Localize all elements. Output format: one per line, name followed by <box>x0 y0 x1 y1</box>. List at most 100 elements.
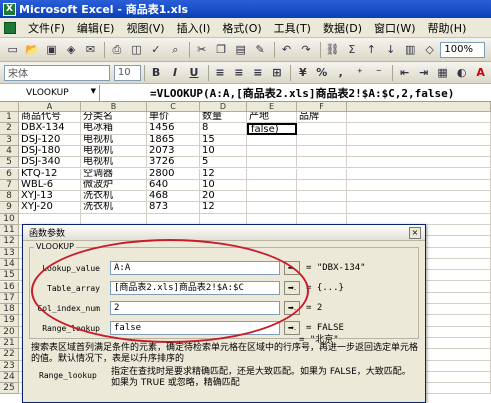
format-painter-icon[interactable]: ✎ <box>251 41 268 59</box>
cell[interactable]: 2073 <box>147 145 200 158</box>
cell[interactable]: 873 <box>147 202 200 214</box>
row-header[interactable]: 3 <box>0 134 19 146</box>
column-header-e[interactable]: E <box>247 102 297 112</box>
copy-icon[interactable]: ❐ <box>212 41 229 59</box>
cell[interactable] <box>347 168 491 180</box>
undo-icon[interactable]: ↶ <box>278 41 295 59</box>
menu-window[interactable]: 窗口(W) <box>368 20 421 36</box>
cell[interactable]: DSJ-340 <box>19 157 81 169</box>
cell[interactable] <box>297 134 347 146</box>
cell[interactable] <box>247 179 297 192</box>
cell[interactable] <box>347 123 491 135</box>
align-right-icon[interactable]: ≡ <box>249 64 266 82</box>
print-icon[interactable]: ⎙ <box>108 41 125 59</box>
cell[interactable]: 12 <box>200 202 247 214</box>
row-header[interactable]: 15 <box>0 270 19 282</box>
row-header[interactable]: 6 <box>0 168 19 180</box>
font-name-select[interactable]: 宋体 <box>4 64 110 81</box>
cell[interactable]: 3726 <box>147 157 200 169</box>
collapse-dialog-icon[interactable]: ➡. <box>284 281 300 295</box>
row-header[interactable]: 5 <box>0 157 19 169</box>
col-index-num-input[interactable]: 2 <box>110 301 280 315</box>
cell[interactable]: 分类名 <box>81 112 147 124</box>
cell[interactable]: 商品代号 <box>19 112 81 124</box>
collapse-dialog-icon[interactable]: ➡. <box>284 321 300 335</box>
row-header[interactable]: 13 <box>0 247 19 259</box>
row-header[interactable]: 10 <box>0 213 19 225</box>
cell[interactable]: 电视机 <box>81 157 147 169</box>
lookup-value-input[interactable]: A:A <box>110 261 280 275</box>
cell[interactable]: 1865 <box>147 134 200 146</box>
column-header-f[interactable]: F <box>297 102 347 112</box>
select-all-corner[interactable] <box>0 102 19 112</box>
cell[interactable] <box>297 179 347 192</box>
column-header-d[interactable]: D <box>200 102 247 112</box>
row-header[interactable]: 12 <box>0 236 19 248</box>
row-header[interactable]: 23 <box>0 360 19 372</box>
cell[interactable] <box>247 145 297 158</box>
menu-insert[interactable]: 插入(I) <box>171 20 217 36</box>
permission-icon[interactable]: ◈ <box>62 41 79 59</box>
active-cell[interactable]: false) <box>247 123 297 135</box>
row-header[interactable]: 19 <box>0 315 19 327</box>
cell[interactable] <box>297 157 347 169</box>
table-array-input[interactable]: [商品表2.xls]商品表2!$A:$C <box>110 281 280 295</box>
cut-icon[interactable]: ✂ <box>193 41 210 59</box>
zoom-select[interactable]: 100% <box>440 41 486 58</box>
font-size-select[interactable]: 10 <box>113 64 141 81</box>
cell[interactable]: 10 <box>200 145 247 158</box>
workbook-icon[interactable] <box>4 21 16 34</box>
close-icon[interactable]: × <box>409 227 421 239</box>
row-header[interactable]: 7 <box>0 179 19 192</box>
currency-icon[interactable]: ¥ <box>294 64 311 82</box>
menu-data[interactable]: 数据(D) <box>317 20 368 36</box>
cell[interactable]: 空调器 <box>81 168 147 180</box>
fill-color-icon[interactable]: ◐ <box>453 64 470 82</box>
cell[interactable] <box>247 168 297 180</box>
cell[interactable]: 10 <box>200 179 247 192</box>
cell[interactable]: 单价 <box>147 112 200 124</box>
column-header-c[interactable]: C <box>147 102 200 112</box>
cell[interactable] <box>297 123 347 135</box>
row-header[interactable]: 8 <box>0 191 19 203</box>
menu-help[interactable]: 帮助(H) <box>422 20 473 36</box>
underline-icon[interactable]: U <box>186 64 203 82</box>
row-header[interactable]: 21 <box>0 338 19 350</box>
cell[interactable]: WBL-6 <box>19 179 81 192</box>
percent-icon[interactable]: % <box>313 64 330 82</box>
cell[interactable]: 微波炉 <box>81 179 147 192</box>
cell[interactable]: 产地 <box>247 112 297 124</box>
cell[interactable] <box>297 145 347 158</box>
cell[interactable] <box>297 202 347 214</box>
cell[interactable]: 20 <box>200 191 247 203</box>
cell[interactable] <box>247 157 297 169</box>
merge-center-icon[interactable]: ⊞ <box>268 64 285 82</box>
cell[interactable]: DSJ-180 <box>19 145 81 158</box>
cell[interactable]: KTQ-12 <box>19 168 81 180</box>
align-center-icon[interactable]: ≡ <box>230 64 247 82</box>
hyperlink-icon[interactable]: ⛓ <box>324 41 341 59</box>
column-header-a[interactable]: A <box>19 102 81 112</box>
formula-input[interactable]: =VLOOKUP(A:A,[商品表2.xls]商品表2!$A:$C,2,fals… <box>100 85 454 101</box>
save-icon[interactable]: ▣ <box>43 41 60 59</box>
borders-icon[interactable]: ▦ <box>434 64 451 82</box>
menu-edit[interactable]: 编辑(E) <box>71 20 121 36</box>
align-left-icon[interactable]: ≡ <box>211 64 228 82</box>
cell[interactable] <box>347 202 491 214</box>
decrease-indent-icon[interactable]: ⇤ <box>396 64 413 82</box>
redo-icon[interactable]: ↷ <box>297 41 314 59</box>
cell[interactable]: DSJ-120 <box>19 134 81 146</box>
bold-icon[interactable]: B <box>148 64 165 82</box>
row-header[interactable]: 14 <box>0 258 19 271</box>
comma-style-icon[interactable]: , <box>332 64 349 82</box>
row-header[interactable]: 24 <box>0 371 19 384</box>
cell[interactable]: 电视机 <box>81 134 147 146</box>
cell[interactable]: 12 <box>200 168 247 180</box>
menu-file[interactable]: 文件(F) <box>22 20 71 36</box>
cell[interactable]: DBX-134 <box>19 123 81 135</box>
cell[interactable] <box>347 145 491 158</box>
cell[interactable]: 640 <box>147 179 200 192</box>
cell[interactable]: 5 <box>200 157 247 169</box>
collapse-dialog-icon[interactable]: ➡. <box>284 301 300 315</box>
sort-desc-icon[interactable]: ↓ <box>382 41 399 59</box>
